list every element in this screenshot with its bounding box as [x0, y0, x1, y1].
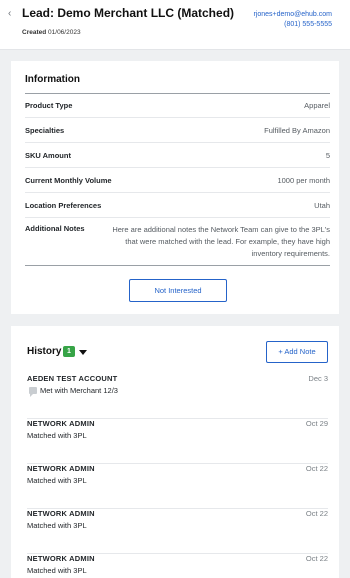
contact-email-link[interactable]: rjones+demo@ehub.com [253, 10, 332, 20]
not-interested-button[interactable]: Not Interested [129, 279, 227, 302]
info-row-specialties: Specialties Fulfilled By Amazon [25, 118, 330, 143]
chevron-down-icon[interactable] [79, 350, 87, 355]
history-item-author: NETWORK ADMIN [27, 464, 95, 473]
history-item: NETWORK ADMIN Matched with 3PL Oct 29 [27, 419, 328, 464]
history-item-author: NETWORK ADMIN [27, 419, 95, 428]
additional-notes-value: Here are additional notes the Network Te… [112, 225, 330, 258]
contact-phone-link[interactable]: (801) 555-5555 [253, 20, 332, 30]
history-card: History 1 + Add Note AEDEN TEST ACCOUNT … [11, 326, 339, 578]
history-item-description: Matched with 3PL [27, 476, 87, 485]
add-note-button[interactable]: + Add Note [266, 341, 328, 363]
info-row-location-preferences: Location Preferences Utah [25, 193, 330, 218]
information-card: Information Product Type Apparel Special… [11, 61, 339, 314]
created-value: 01/06/2023 [48, 29, 81, 36]
info-row-monthly-volume: Current Monthly Volume 1000 per month [25, 168, 330, 193]
information-title: Information [25, 74, 80, 85]
info-row-value: 5 [325, 151, 330, 160]
info-row-value: Utah [314, 201, 330, 210]
history-title: History [27, 346, 62, 357]
history-item-date: Dec 3 [308, 374, 328, 383]
info-row-value: 1000 per month [277, 176, 330, 185]
history-item: NETWORK ADMIN Matched with 3PL Oct 22 [27, 554, 328, 578]
page-header: ‹ Lead: Demo Merchant LLC (Matched) Crea… [0, 0, 350, 50]
history-item-description: Matched with 3PL [27, 431, 87, 440]
history-item-author: NETWORK ADMIN [27, 554, 95, 563]
info-row-value: Fulfilled By Amazon [264, 126, 330, 135]
info-row-label: Location Preferences [25, 201, 102, 210]
additional-notes-label: Additional Notes [25, 224, 85, 233]
history-count-badge: 1 [63, 346, 75, 357]
history-item-date: Oct 22 [305, 554, 328, 563]
contact-info: rjones+demo@ehub.com (801) 555-5555 [253, 10, 332, 30]
notes-divider [25, 265, 330, 266]
info-row-label: Specialties [25, 126, 65, 135]
info-row-label: Current Monthly Volume [25, 176, 112, 185]
history-item-date: Oct 29 [305, 419, 328, 428]
info-row-product-type: Product Type Apparel [25, 93, 330, 118]
history-item-author: NETWORK ADMIN [27, 509, 95, 518]
info-row-label: SKU Amount [25, 151, 71, 160]
info-row-label: Product Type [25, 101, 73, 110]
info-row-value: Apparel [304, 101, 330, 110]
history-item-description: Met with Merchant 12/3 [40, 386, 118, 395]
comment-icon [29, 387, 37, 397]
history-item-author: AEDEN TEST ACCOUNT [27, 374, 118, 383]
history-item-date: Oct 22 [305, 464, 328, 473]
history-item-description: Matched with 3PL [27, 521, 87, 530]
history-item: AEDEN TEST ACCOUNT Met with Merchant 12/… [27, 374, 328, 419]
info-row-sku-amount: SKU Amount 5 [25, 143, 330, 168]
created-label: Created [22, 29, 47, 36]
back-icon[interactable]: ‹ [8, 8, 11, 19]
created-date: Created 01/06/2023 [22, 29, 81, 36]
history-item-description: Matched with 3PL [27, 566, 87, 575]
page-title: Lead: Demo Merchant LLC (Matched) [22, 6, 235, 20]
history-item: NETWORK ADMIN Matched with 3PL Oct 22 [27, 464, 328, 509]
history-item: NETWORK ADMIN Matched with 3PL Oct 22 [27, 509, 328, 554]
history-item-date: Oct 22 [305, 509, 328, 518]
